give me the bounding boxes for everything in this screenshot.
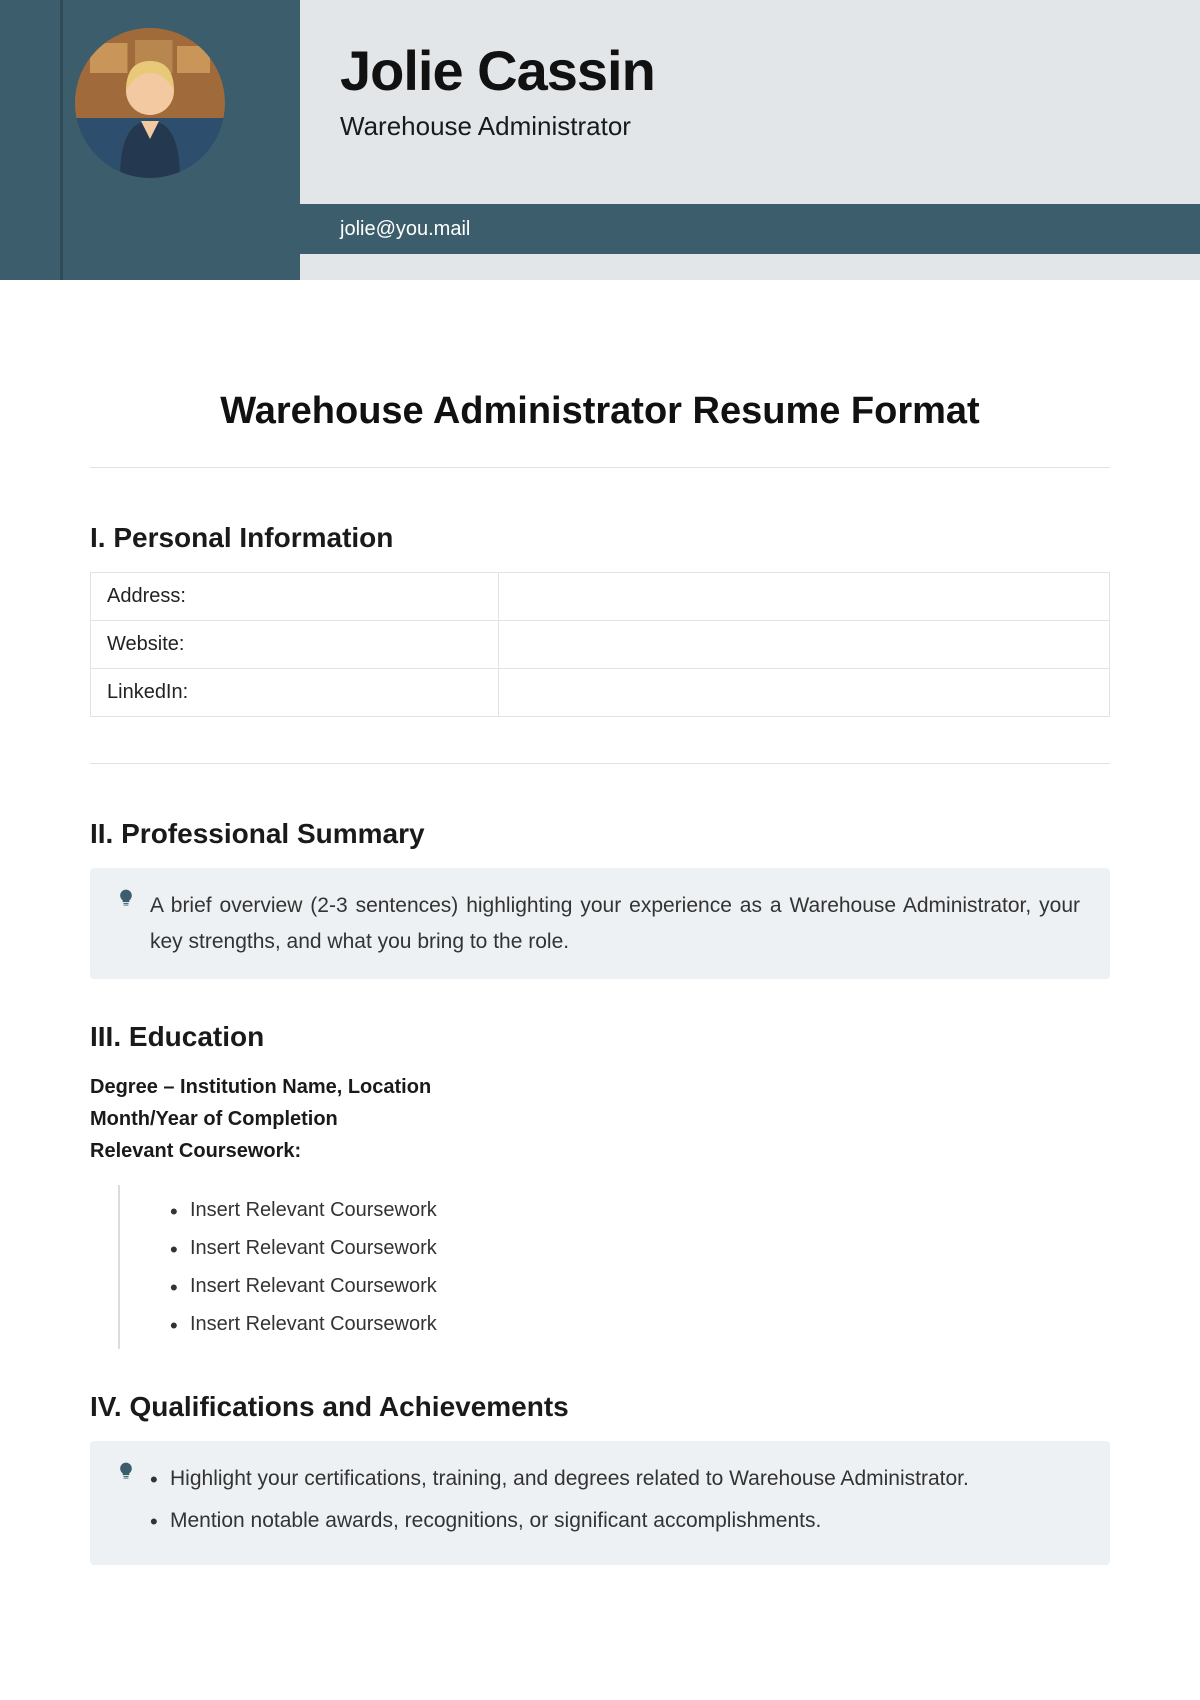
section-heading-qualifications: IV. Qualifications and Achievements [90, 1391, 1110, 1423]
person-name: Jolie Cassin [340, 38, 1200, 103]
person-email: jolie@you.mail [340, 218, 470, 241]
person-role: Warehouse Administrator [340, 111, 1200, 142]
tip-box-qualifications: Highlight your certifications, training,… [90, 1441, 1110, 1564]
table-row: Website: [91, 621, 1110, 669]
table-row: Address: [91, 573, 1110, 621]
list-item: Insert Relevant Coursework [170, 1267, 1110, 1305]
divider [90, 467, 1110, 468]
value-linkedin [498, 669, 1109, 717]
list-item: Insert Relevant Coursework [170, 1305, 1110, 1343]
avatar [75, 28, 225, 178]
label-address: Address: [91, 573, 499, 621]
lightbulb-icon [116, 886, 136, 910]
list-item: Insert Relevant Coursework [170, 1191, 1110, 1229]
hero-banner: Jolie Cassin Warehouse Administrator jol… [0, 0, 1200, 280]
list-item: Highlight your certifications, training,… [150, 1461, 1080, 1497]
divider [90, 763, 1110, 764]
hero-sidebar [0, 0, 300, 280]
document-title: Warehouse Administrator Resume Format [90, 390, 1110, 467]
list-item: Mention notable awards, recognitions, or… [150, 1503, 1080, 1539]
coursework-list: Insert Relevant Coursework Insert Releva… [118, 1185, 1110, 1349]
section-heading-summary: II. Professional Summary [90, 818, 1110, 850]
label-website: Website: [91, 621, 499, 669]
table-row: LinkedIn: [91, 669, 1110, 717]
section-heading-personal: I. Personal Information [90, 522, 1110, 554]
tip-box-summary: A brief overview (2-3 sentences) highlig… [90, 868, 1110, 979]
label-linkedin: LinkedIn: [91, 669, 499, 717]
value-address [498, 573, 1109, 621]
edu-date-line: Month/Year of Completion [90, 1103, 1110, 1135]
personal-info-table: Address: Website: LinkedIn: [90, 572, 1110, 717]
list-item: Insert Relevant Coursework [170, 1229, 1110, 1267]
document-body: Warehouse Administrator Resume Format I.… [0, 280, 1200, 1605]
education-block: Degree – Institution Name, Location Mont… [90, 1071, 1110, 1167]
email-bar: jolie@you.mail [296, 204, 1200, 254]
tip-list: Highlight your certifications, training,… [150, 1461, 1080, 1538]
section-heading-education: III. Education [90, 1021, 1110, 1053]
edu-degree-line: Degree – Institution Name, Location [90, 1071, 1110, 1103]
avatar-illustration [75, 28, 225, 178]
tip-text: A brief overview (2-3 sentences) highlig… [150, 894, 1080, 953]
edu-coursework-label: Relevant Coursework: [90, 1135, 1110, 1167]
value-website [498, 621, 1109, 669]
lightbulb-icon [116, 1459, 136, 1483]
